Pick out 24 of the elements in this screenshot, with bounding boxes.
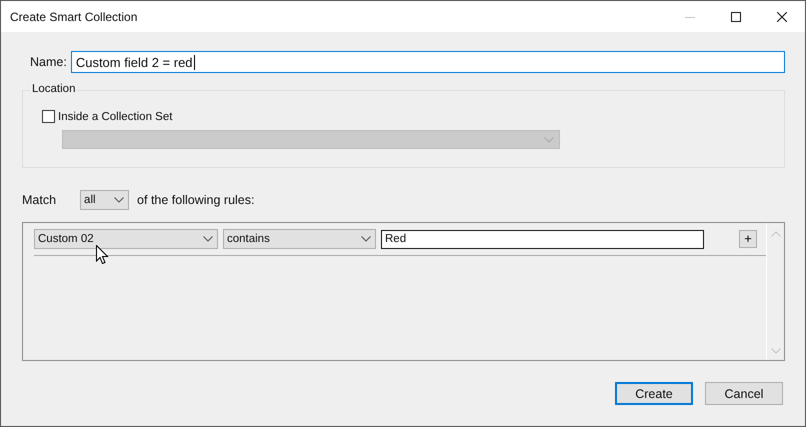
checkbox-label: Inside a Collection Set (58, 110, 172, 122)
mouse-pointer-icon (96, 245, 109, 265)
operator-dropdown[interactable]: contains (223, 229, 376, 249)
chevron-icon (544, 136, 554, 142)
cancel-button[interactable]: Cancel (705, 382, 783, 405)
match-dropdown[interactable]: all (80, 190, 130, 210)
name-label: Name: (30, 55, 67, 69)
chevron-icon (361, 236, 371, 242)
close-icon[interactable] (777, 12, 787, 22)
chevron-icon (114, 197, 124, 203)
value-field[interactable]: Red (381, 230, 704, 248)
group-legend: Location (30, 83, 78, 95)
field-dropdown[interactable]: Custom 02 (34, 229, 218, 249)
scroll-down-icon[interactable] (770, 348, 780, 354)
rules-label: of the following rules: (137, 193, 254, 207)
create-button[interactable]: Create (615, 382, 693, 405)
match-label: Match (22, 193, 56, 207)
window-title: Create Smart Collection (9, 10, 138, 24)
name-field[interactable]: Custom field 2 = red (70, 51, 785, 73)
scroll-up-icon[interactable] (770, 231, 780, 237)
chevron-icon (203, 236, 213, 242)
add-rule-button[interactable]: + (739, 230, 757, 248)
maximize-icon[interactable] (731, 12, 741, 22)
checkbox[interactable] (42, 110, 55, 123)
